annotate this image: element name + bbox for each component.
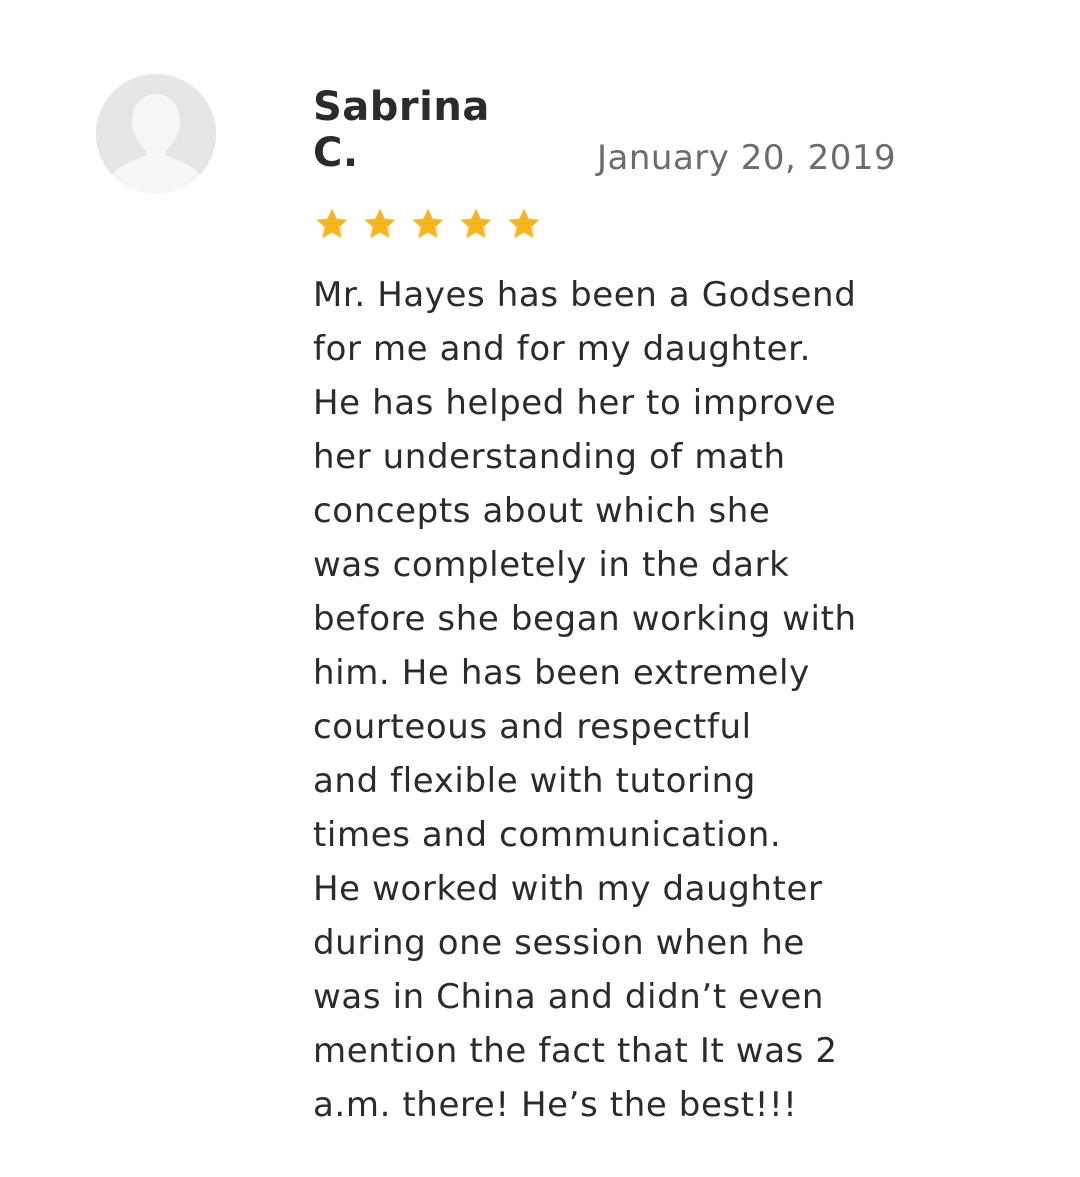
star-rating — [313, 205, 543, 245]
user-silhouette-icon — [96, 74, 216, 194]
reviewer-name: Sabrina C. — [313, 84, 490, 176]
avatar — [96, 74, 216, 194]
star-icon — [409, 205, 447, 243]
review-text: Mr. Hayes has been a Godsend for me and … — [313, 275, 857, 1125]
star-icon — [313, 205, 351, 243]
star-icon — [457, 205, 495, 243]
review-card: Sabrina C. January 20, 2019 Mr. Hayes ha… — [0, 0, 1080, 1177]
star-icon — [361, 205, 399, 243]
star-icon — [505, 205, 543, 243]
review-date: January 20, 2019 — [597, 138, 897, 178]
